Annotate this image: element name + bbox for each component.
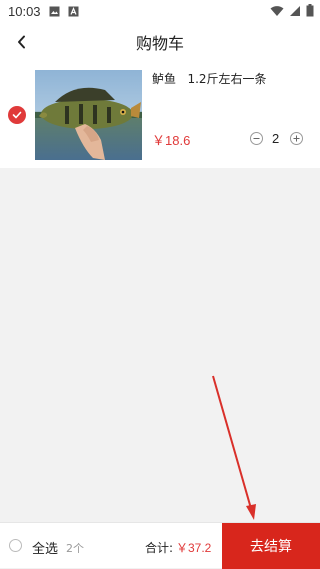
text-notification-icon [68,6,79,17]
select-all-label[interactable]: 全选 [32,538,58,557]
product-name[interactable]: 鲈鱼 1.2斤左右一条 [152,70,267,87]
cart-item: 鲈鱼 1.2斤左右一条 ￥18.6 2 [0,62,320,168]
wifi-icon [270,5,284,20]
product-price: ￥18.6 [152,133,191,148]
checkout-button[interactable]: 去结算 [222,523,320,569]
total-label: 合计: [145,541,174,555]
quantity-increase-button[interactable] [290,132,303,145]
plus-icon [293,135,300,142]
quantity-decrease-button[interactable] [250,132,263,145]
back-button[interactable] [12,32,32,52]
chevron-left-icon [18,35,25,49]
product-image[interactable] [35,70,142,160]
battery-icon [306,4,314,20]
selected-count: 2个 [66,542,84,555]
status-bar: 10:03 [0,0,320,22]
quantity-value: 2 [272,131,280,146]
select-all-checkbox[interactable] [9,539,22,552]
app-header: 购物车 [0,22,320,62]
item-checkbox[interactable] [8,106,26,124]
page-title: 购物车 [135,34,184,53]
check-icon [12,111,22,119]
minus-icon [253,138,260,139]
signal-icon [289,5,301,20]
image-notification-icon [49,6,60,17]
status-time: 10:03 [8,3,41,19]
checkout-bar: 全选 2个 合计: ￥37.2 去结算 [0,522,320,569]
total-amount: ￥37.2 [176,541,212,555]
